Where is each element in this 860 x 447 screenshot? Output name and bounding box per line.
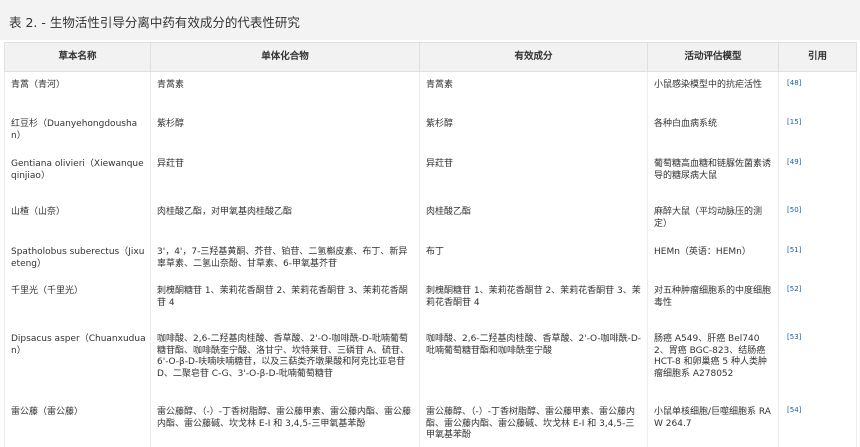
table-row: Dipsacus asper（Chuanxuduan） 咖啡酸、2,6-二羟基肉… xyxy=(4,326,857,399)
cell-compounds: 紫杉醇 xyxy=(150,111,420,151)
cell-citation: [51] xyxy=(778,239,857,278)
cell-citation: [54] xyxy=(778,399,857,447)
table-row: 山楂（山奈） 肉桂酸乙酯，对甲氧基肉桂酸乙酯 肉桂酸乙酯 麻醉大鼠（平均动脉压的… xyxy=(4,199,857,239)
table-row: 千里光（千里光） 刺槐酮糖苷 1、茉莉花香酮苷 2、茉莉花香酮苷 3、茉莉花香酮… xyxy=(4,278,857,326)
data-table: 草本名称 单体化合物 有效成分 活动评估模型 引用 青蒿（青河） 青蒿素 青蒿素… xyxy=(4,42,857,447)
cell-citation: [48] xyxy=(778,71,857,111)
cell-compounds: 咖啡酸、2,6-二羟基肉桂酸、香草酸、2'-O-咖啡酰-D-吡喃葡萄糖苷酯、咖啡… xyxy=(150,326,420,399)
cell-model: 小鼠单核细胞/巨噬细胞系 RAW 264.7 xyxy=(647,399,779,447)
cell-active: 雷公藤醇、（-）-丁香树脂醇、雷公藤甲素、雷公藤内酯、雷公藤内酯、雷公藤碱、坎戈… xyxy=(419,399,648,447)
header-monomer-compound: 单体化合物 xyxy=(150,42,420,72)
citation-link[interactable]: 54 xyxy=(790,406,799,414)
cell-model: 肠癌 A549、肝癌 Bel7402、胃癌 BGC-823、结肠癌 HCT-8 … xyxy=(647,326,779,399)
cell-active: 紫杉醇 xyxy=(419,111,648,151)
cell-herb: Spatholobus suberectus（Jixueteng） xyxy=(4,239,151,278)
citation-link[interactable]: 15 xyxy=(790,118,799,126)
cell-compounds: 刺槐酮糖苷 1、茉莉花香酮苷 2、茉莉花香酮苷 3、茉莉花香酮苷 4 xyxy=(150,278,420,326)
citation-link[interactable]: 48 xyxy=(790,79,799,87)
header-herb-name: 草本名称 xyxy=(4,42,151,72)
cell-active: 肉桂酸乙酯 xyxy=(419,199,648,239)
cell-compounds: 雷公藤醇、（-）-丁香树脂醇、雷公藤甲素、雷公藤内酯、雷公藤内酯、雷公藤碱、坎戈… xyxy=(150,399,420,447)
cell-herb: 山楂（山奈） xyxy=(4,199,151,239)
cell-active: 异荭苷 xyxy=(419,151,648,199)
cell-citation: [50] xyxy=(778,199,857,239)
header-citation: 引用 xyxy=(778,42,857,72)
cell-citation: [49] xyxy=(778,151,857,199)
cell-herb: 雷公藤（雷公藤） xyxy=(4,399,151,447)
cell-model: 对五种肿瘤细胞系的中度细胞毒性 xyxy=(647,278,779,326)
cell-herb: 千里光（千里光） xyxy=(4,278,151,326)
cell-citation: [15] xyxy=(778,111,857,151)
cell-herb: 红豆杉（Duanyehongdoushan） xyxy=(4,111,151,151)
cell-herb: Dipsacus asper（Chuanxuduan） xyxy=(4,326,151,399)
header-active-ingredient: 有效成分 xyxy=(419,42,648,72)
cell-active: 刺槐酮糖苷 1、茉莉花香酮苷 2、茉莉花香酮苷 3、茉莉花香酮苷 4 xyxy=(419,278,648,326)
cell-model: 小鼠感染模型中的抗疟活性 xyxy=(647,71,779,111)
citation-link[interactable]: 53 xyxy=(790,333,799,341)
table-header-row: 草本名称 单体化合物 有效成分 活动评估模型 引用 xyxy=(4,42,857,72)
cell-herb: Gentiana olivieri（Xiewanqueqinjiao） xyxy=(4,151,151,199)
table-row: Gentiana olivieri（Xiewanqueqinjiao） 异荭苷 … xyxy=(4,151,857,199)
cell-active: 青蒿素 xyxy=(419,71,648,111)
citation-link[interactable]: 49 xyxy=(790,158,799,166)
cell-model: 各种白血病系统 xyxy=(647,111,779,151)
table-row: 红豆杉（Duanyehongdoushan） 紫杉醇 紫杉醇 各种白血病系统 [… xyxy=(4,111,857,151)
header-assessment-model: 活动评估模型 xyxy=(647,42,779,72)
citation-link[interactable]: 50 xyxy=(790,206,799,214)
table-row: 雷公藤（雷公藤） 雷公藤醇、（-）-丁香树脂醇、雷公藤甲素、雷公藤内酯、雷公藤内… xyxy=(4,399,857,447)
cell-model: HEMn（英语：HEMn） xyxy=(647,239,779,278)
cell-compounds: 异荭苷 xyxy=(150,151,420,199)
cell-model: 葡萄糖高血糖和链脲佐菌素诱导的糖尿病大鼠 xyxy=(647,151,779,199)
cell-active: 咖啡酸、2,6-二羟基肉桂酸、香草酸、2'-O-咖啡酰-D-吡喃葡萄糖苷酯和咖啡… xyxy=(419,326,648,399)
cell-compounds: 3'，4'，7-三羟基黄酮、芥苷、铂苷、二氢槲皮素、布丁、新异辜草素、二氢山奈酚… xyxy=(150,239,420,278)
citation-link[interactable]: 52 xyxy=(790,285,799,293)
cell-compounds: 肉桂酸乙酯，对甲氧基肉桂酸乙酯 xyxy=(150,199,420,239)
table-caption: 表 2. - 生物活性引导分离中药有效成分的代表性研究 xyxy=(0,0,860,40)
citation-link[interactable]: 51 xyxy=(790,246,799,254)
cell-compounds: 青蒿素 xyxy=(150,71,420,111)
cell-active: 布丁 xyxy=(419,239,648,278)
table-row: 青蒿（青河） 青蒿素 青蒿素 小鼠感染模型中的抗疟活性 [48] xyxy=(4,71,857,111)
cell-model: 麻醉大鼠（平均动脉压的测定） xyxy=(647,199,779,239)
cell-herb: 青蒿（青河） xyxy=(4,71,151,111)
table-row: Spatholobus suberectus（Jixueteng） 3'，4'，… xyxy=(4,239,857,278)
cell-citation: [53] xyxy=(778,326,857,399)
cell-citation: [52] xyxy=(778,278,857,326)
